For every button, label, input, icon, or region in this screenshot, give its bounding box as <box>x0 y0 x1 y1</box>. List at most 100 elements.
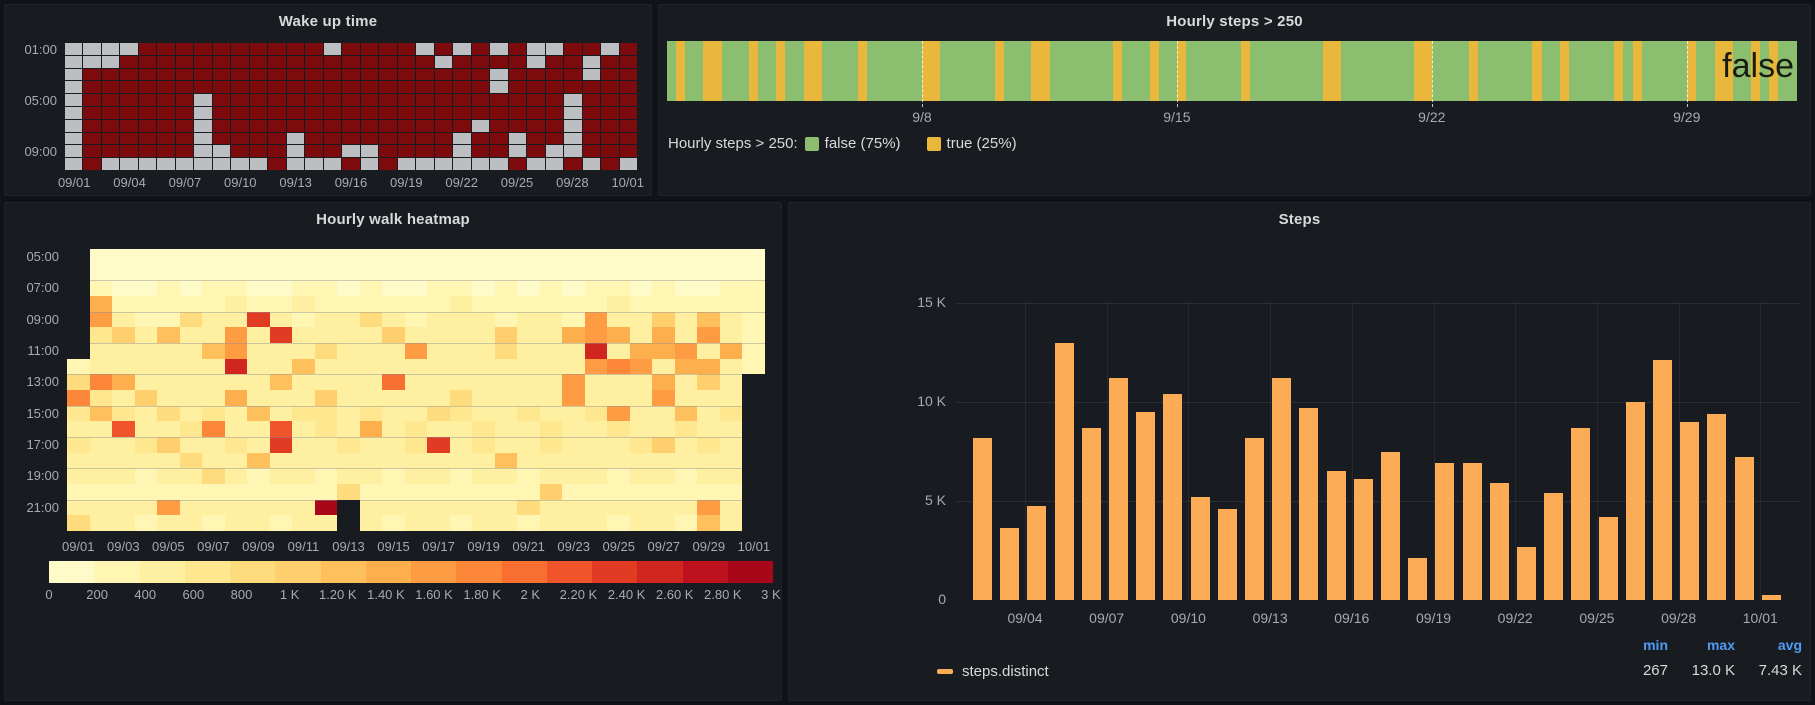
heatmap-cell[interactable] <box>247 311 270 328</box>
heatmap-cell[interactable] <box>607 374 630 390</box>
wake-cell[interactable] <box>194 158 212 170</box>
wake-cell[interactable] <box>564 119 582 132</box>
heatmap-cell[interactable] <box>742 390 765 406</box>
heatmap-cell[interactable] <box>584 280 608 296</box>
heatmap-cell[interactable] <box>269 484 293 500</box>
heatmap-cell[interactable] <box>269 515 293 531</box>
state-slice-false[interactable] <box>1286 41 1296 101</box>
state-slice-false[interactable] <box>1696 41 1706 101</box>
heatmap-cell[interactable] <box>449 452 473 469</box>
heatmap-cell[interactable] <box>697 484 720 500</box>
heatmap-cell[interactable] <box>292 280 315 296</box>
heatmap-cell[interactable] <box>157 390 180 406</box>
heatmap-cell[interactable] <box>674 358 698 375</box>
wake-cell[interactable] <box>342 55 360 68</box>
heatmap-cell[interactable] <box>742 374 765 390</box>
heatmap-cell[interactable] <box>652 358 675 375</box>
heatmap-cell[interactable] <box>224 499 248 516</box>
wake-cell[interactable] <box>83 158 101 170</box>
wake-cell[interactable] <box>564 94 582 106</box>
wake-cell[interactable] <box>527 132 545 145</box>
heatmap-cell[interactable] <box>472 343 495 359</box>
heatmap-cell[interactable] <box>224 343 248 359</box>
heatmap-cell[interactable] <box>697 358 720 375</box>
wake-cell[interactable] <box>564 132 582 145</box>
heatmap-cell[interactable] <box>359 358 383 375</box>
state-slice-false[interactable] <box>1131 41 1141 101</box>
heatmap-cell[interactable] <box>674 515 698 531</box>
wake-cell[interactable] <box>453 94 471 106</box>
heatmap-cell[interactable] <box>67 405 90 422</box>
heatmap-cell[interactable] <box>607 484 630 500</box>
heatmap-cell[interactable] <box>112 437 135 453</box>
wake-cell[interactable] <box>157 145 175 158</box>
heatmap-cell[interactable] <box>629 484 653 500</box>
wake-cell[interactable] <box>379 145 397 158</box>
wake-cell[interactable] <box>194 68 212 81</box>
heatmap-cell[interactable] <box>134 515 158 531</box>
heatmap-cell[interactable] <box>472 264 495 281</box>
wake-cell[interactable] <box>508 43 527 55</box>
heatmap-cell[interactable] <box>224 327 248 343</box>
heatmap-cell[interactable] <box>359 499 383 516</box>
heatmap-cell[interactable] <box>719 264 743 281</box>
wake-cell[interactable] <box>360 43 379 55</box>
heatmap-cell[interactable] <box>112 515 135 531</box>
wake-cell[interactable] <box>360 55 379 68</box>
state-slice-false[interactable] <box>1213 41 1223 101</box>
heatmap-cell[interactable] <box>382 437 405 453</box>
heatmap-cell[interactable] <box>629 264 653 281</box>
wake-cell[interactable] <box>305 68 323 81</box>
heatmap-cell[interactable] <box>517 264 540 281</box>
wake-cell[interactable] <box>434 158 453 170</box>
state-slice-false[interactable] <box>1587 41 1597 101</box>
bar[interactable] <box>1489 483 1509 600</box>
heatmap-cell[interactable] <box>472 437 495 453</box>
heatmap-cell[interactable] <box>269 280 293 296</box>
heatmap-cell[interactable] <box>89 484 113 500</box>
heatmap-cell[interactable] <box>674 264 698 281</box>
state-slice-false[interactable] <box>785 41 795 101</box>
heatmap-cell[interactable] <box>224 405 248 422</box>
heatmap-cell[interactable] <box>674 452 698 469</box>
wake-cell[interactable] <box>342 81 360 94</box>
state-slice-false[interactable] <box>1277 41 1287 101</box>
heatmap-cell[interactable] <box>247 280 270 296</box>
heatmap-cell[interactable] <box>382 374 405 390</box>
wake-cell[interactable] <box>212 43 231 55</box>
heatmap-cell[interactable] <box>382 343 405 359</box>
wake-cell[interactable] <box>434 132 453 145</box>
state-slice-false[interactable] <box>794 41 804 101</box>
heatmap-cell[interactable] <box>494 358 518 375</box>
heatmap-cell[interactable] <box>674 280 698 296</box>
wake-cell[interactable] <box>527 55 545 68</box>
heatmap-cell[interactable] <box>179 327 203 343</box>
wake-cell[interactable] <box>65 158 83 170</box>
heatmap-cell[interactable] <box>89 249 113 265</box>
wake-cell[interactable] <box>268 55 286 68</box>
heatmap-cell[interactable] <box>157 421 180 437</box>
state-slice-false[interactable] <box>867 41 877 101</box>
heatmap-cell[interactable] <box>674 499 698 516</box>
heatmap-cell[interactable] <box>427 264 450 281</box>
heatmap-cell[interactable] <box>382 515 405 531</box>
wake-cell[interactable] <box>471 107 490 119</box>
heatmap-cell[interactable] <box>157 437 180 453</box>
heatmap-cell[interactable] <box>224 280 248 296</box>
heatmap-cell[interactable] <box>517 311 540 328</box>
heatmap-cell[interactable] <box>382 311 405 328</box>
wake-cell[interactable] <box>379 55 397 68</box>
wake-cell[interactable] <box>212 107 231 119</box>
heatmap-cell[interactable] <box>247 515 270 531</box>
bar[interactable] <box>1272 378 1292 600</box>
state-slice-true[interactable] <box>712 41 722 101</box>
wake-cell[interactable] <box>101 55 120 68</box>
heatmap-cell[interactable] <box>314 264 338 281</box>
wake-cell[interactable] <box>582 132 601 145</box>
wake-cell[interactable] <box>305 55 323 68</box>
wake-cell[interactable] <box>416 158 434 170</box>
heatmap-cell[interactable] <box>629 515 653 531</box>
heatmap-cell[interactable] <box>742 311 765 328</box>
heatmap-cell[interactable] <box>652 405 675 422</box>
heatmap-cell[interactable] <box>382 421 405 437</box>
